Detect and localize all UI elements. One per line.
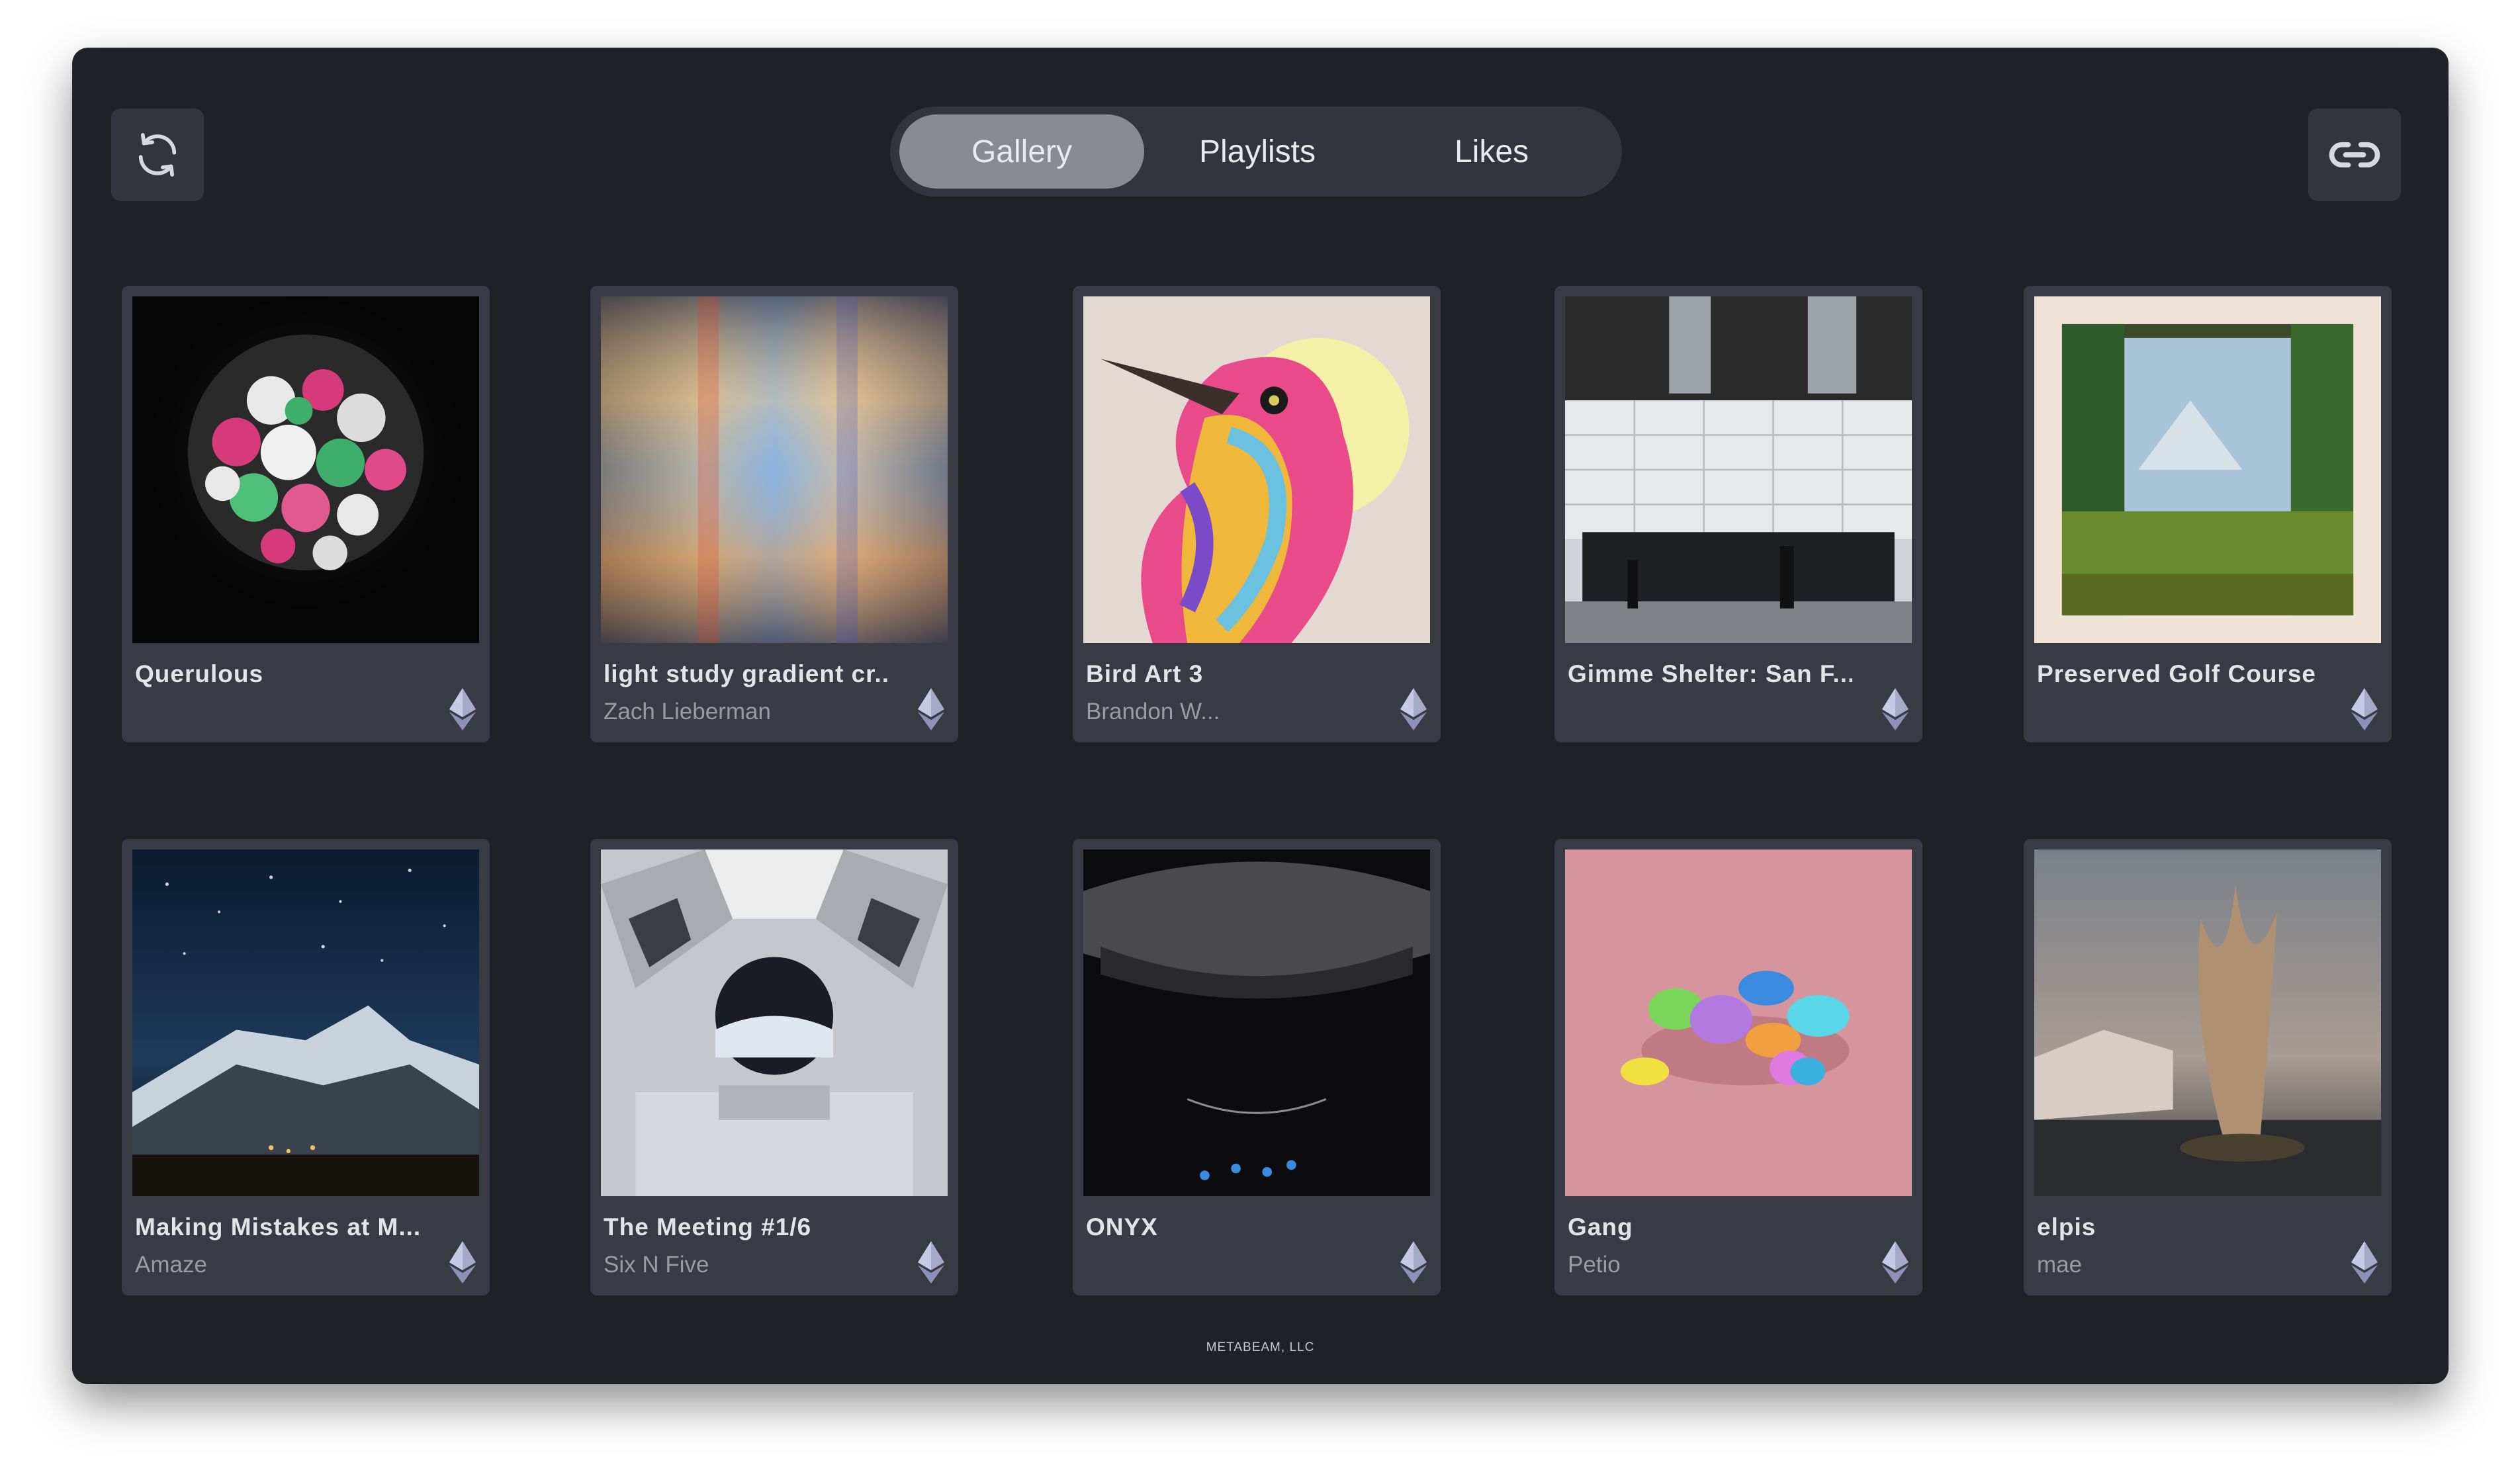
app-window: Gallery Playlists Likes Querulous light … [73, 49, 2447, 1383]
ethereum-icon [1881, 688, 1909, 730]
ethereum-icon [2351, 688, 2378, 730]
ethereum-icon [917, 688, 945, 730]
artwork-card[interactable]: Bird Art 3 Brandon W... [1073, 286, 1441, 742]
artwork-image [1083, 296, 1430, 643]
tab-gallery[interactable]: Gallery [899, 114, 1144, 189]
artwork-artist: Zach Lieberman [604, 699, 771, 724]
view-tabs: Gallery Playlists Likes [890, 107, 1622, 196]
artwork-title: Making Mistakes at M... [135, 1213, 420, 1241]
artwork-image [1565, 850, 1912, 1196]
artwork-title: Preserved Golf Course [2037, 660, 2316, 687]
link-button[interactable] [2308, 109, 2401, 201]
artwork-image [132, 850, 479, 1196]
artwork-title: light study gradient cr... [604, 660, 888, 687]
artwork-image [1083, 850, 1430, 1196]
refresh-button[interactable] [111, 109, 204, 201]
artwork-card[interactable]: Querulous [122, 286, 490, 742]
artwork-artist: Six N Five [604, 1252, 709, 1278]
artwork-card[interactable]: The Meeting #1/6 Six N Five [590, 839, 958, 1295]
tab-likes[interactable]: Likes [1371, 114, 1613, 189]
artwork-title: Gang [1568, 1213, 1633, 1241]
ethereum-icon [449, 688, 476, 730]
artwork-title: Bird Art 3 [1086, 660, 1204, 687]
artwork-card[interactable]: Preserved Golf Course [2024, 286, 2392, 742]
artwork-image [2034, 296, 2381, 643]
link-icon [2329, 142, 2380, 168]
artwork-card[interactable]: elpis mae [2024, 839, 2392, 1295]
artwork-artist: Petio [1568, 1252, 1621, 1278]
artwork-artist: Brandon W... [1086, 699, 1220, 724]
artwork-image [601, 850, 948, 1196]
ethereum-icon [2351, 1241, 2378, 1284]
footer-text: METABEAM, LLC [1206, 1340, 1315, 1354]
ethereum-icon [917, 1241, 945, 1284]
artwork-title: Querulous [135, 660, 264, 687]
artwork-image [2034, 850, 2381, 1196]
artwork-card[interactable]: ONYX [1073, 839, 1441, 1295]
artwork-image [132, 296, 479, 643]
artwork-card[interactable]: Gang Petio [1554, 839, 1922, 1295]
refresh-icon [138, 133, 177, 177]
artwork-artist: mae [2037, 1252, 2083, 1278]
artwork-title: elpis [2037, 1213, 2096, 1241]
artwork-image [601, 296, 948, 643]
ethereum-icon [1400, 688, 1427, 730]
tab-playlists[interactable]: Playlists [1144, 114, 1371, 189]
artwork-card[interactable]: Gimme Shelter: San F... [1554, 286, 1922, 742]
artwork-title: Gimme Shelter: San F... [1568, 660, 1852, 687]
ethereum-icon [1881, 1241, 1909, 1284]
artwork-title: The Meeting #1/6 [604, 1213, 812, 1241]
artwork-image [1565, 296, 1912, 643]
artwork-card[interactable]: Making Mistakes at M... Amaze [122, 839, 490, 1295]
artwork-title: ONYX [1086, 1213, 1158, 1241]
ethereum-icon [449, 1241, 476, 1284]
artwork-card[interactable]: light study gradient cr... Zach Lieberma… [590, 286, 958, 742]
ethereum-icon [1400, 1241, 1427, 1284]
artwork-artist: Amaze [135, 1252, 207, 1278]
